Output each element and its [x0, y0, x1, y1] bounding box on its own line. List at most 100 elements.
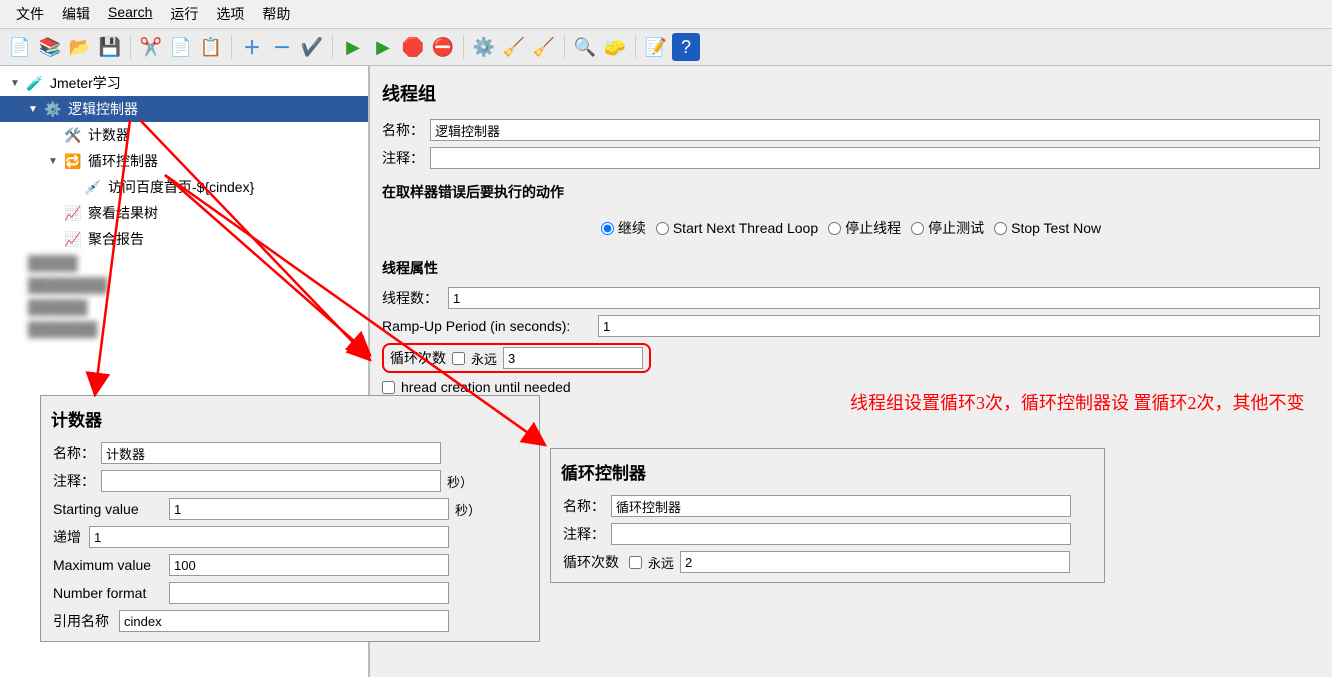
stop-icon[interactable]: 🛑	[399, 33, 427, 61]
tree-visit-request[interactable]: 💉 访问百度首页-${cindex}	[0, 174, 368, 200]
tree-counter[interactable]: 🛠️ 计数器	[0, 122, 368, 148]
comment-label: 注释：	[382, 148, 424, 168]
tree-counter-label: 计数器	[88, 125, 130, 145]
starting-value-input[interactable]	[169, 498, 449, 520]
radio-stop-now[interactable]: Stop Test Now	[994, 218, 1101, 238]
open-icon[interactable]: 📂	[66, 33, 94, 61]
radio-start-next[interactable]: Start Next Thread Loop	[656, 218, 818, 238]
name-input[interactable]	[430, 119, 1320, 141]
tree-logic-label: 逻辑控制器	[68, 99, 138, 119]
menu-run[interactable]: 运行	[162, 2, 206, 26]
counter-panel: 计数器 名称： 注释： 秒） Starting value 秒） 递增 Maxi…	[40, 395, 540, 642]
shutdown-icon[interactable]: ⛔	[429, 33, 457, 61]
counter-name-input[interactable]	[101, 442, 441, 464]
tree-result-tree[interactable]: 📈 察看结果树	[0, 200, 368, 226]
annotation-note: 线程组设置循环3次，循环控制器设 置循环2次，其他不变	[850, 390, 1305, 417]
menu-help[interactable]: 帮助	[254, 2, 298, 26]
error-section-label: 在取样器错误后要执行的动作	[378, 172, 1324, 208]
forever-checkbox[interactable]	[452, 352, 465, 365]
max-value-input[interactable]	[169, 554, 449, 576]
loop-count-label2: 循环次数	[563, 552, 623, 572]
counter-comment-label: 注释：	[53, 471, 95, 491]
reset-search-icon[interactable]: 🧽	[601, 33, 629, 61]
start-icon[interactable]: ▶	[339, 33, 367, 61]
clear-all-icon[interactable]: 🧹	[530, 33, 558, 61]
flask-icon: 🧪	[26, 74, 44, 92]
templates-icon[interactable]: 📚	[36, 33, 64, 61]
sec-suffix-1: 秒）	[447, 472, 473, 491]
loop-forever-label: 永远	[648, 553, 674, 572]
chart-icon: 📈	[64, 230, 82, 248]
copy-icon[interactable]: 📄	[167, 33, 195, 61]
number-format-input[interactable]	[169, 582, 449, 604]
threads-label: 线程数：	[382, 288, 442, 308]
toggle-icon[interactable]: ✔️	[298, 33, 326, 61]
wrench-icon: 🛠️	[64, 126, 82, 144]
menu-options[interactable]: 选项	[208, 2, 252, 26]
ramp-label: Ramp-Up Period (in seconds):	[382, 318, 592, 334]
loop-name-input[interactable]	[611, 495, 1071, 517]
tree-loop-label: 循环控制器	[88, 151, 158, 171]
collapse-icon[interactable]: －	[268, 33, 296, 61]
counter-comment-input[interactable]	[101, 470, 441, 492]
menu-search[interactable]: Search	[100, 2, 160, 26]
loop-panel: 循环控制器 名称： 注释： 循环次数 永远	[550, 448, 1105, 583]
clear-icon[interactable]: 🧹	[500, 33, 528, 61]
ref-name-input[interactable]	[119, 610, 449, 632]
dropper-icon: 💉	[84, 178, 102, 196]
counter-title: 计数器	[49, 402, 531, 439]
toolbar: 📄 📚 📂 💾 ✂️ 📄 📋 ＋ － ✔️ ▶ ▶ 🛑 ⛔ ⚙️ 🧹 🧹 🔍 🧽…	[0, 28, 1332, 66]
tree-result-label: 察看结果树	[88, 203, 158, 223]
loop-comment-label: 注释：	[563, 524, 605, 544]
increment-input[interactable]	[89, 526, 449, 548]
tree-visit-label: 访问百度首页-${cindex}	[108, 177, 254, 197]
counter-name-label: 名称：	[53, 443, 95, 463]
expand-icon[interactable]: ＋	[238, 33, 266, 61]
loop-count-input[interactable]	[503, 347, 643, 369]
start-no-timers-icon[interactable]: ▶	[369, 33, 397, 61]
help-icon[interactable]: ?	[672, 33, 700, 61]
tree-blurred-2: ████████	[0, 274, 368, 296]
ramp-input[interactable]	[598, 315, 1320, 337]
new-icon[interactable]: 📄	[6, 33, 34, 61]
paste-icon[interactable]: 📋	[197, 33, 225, 61]
delay-checkbox[interactable]	[382, 381, 395, 394]
tree-blurred-3: ██████	[0, 296, 368, 318]
loop-comment-input[interactable]	[611, 523, 1071, 545]
tree-logic-controller[interactable]: ▼⚙️ 逻辑控制器	[0, 96, 368, 122]
tree-root[interactable]: ▼🧪 Jmeter学习	[0, 70, 368, 96]
radio-continue[interactable]: 继续	[601, 218, 646, 238]
number-format-label: Number format	[53, 585, 163, 601]
radio-stop-test[interactable]: 停止测试	[911, 218, 984, 238]
error-radio-row: 继续 Start Next Thread Loop 停止线程 停止测试 Stop…	[378, 208, 1324, 248]
loop-highlight: 循环次数 永远	[382, 343, 651, 373]
tree-root-label: Jmeter学习	[50, 73, 121, 93]
ref-name-label: 引用名称	[53, 611, 113, 631]
cut-icon[interactable]: ✂️	[137, 33, 165, 61]
function-helper-icon[interactable]: 📝	[642, 33, 670, 61]
save-icon[interactable]: 💾	[96, 33, 124, 61]
remote-start-icon[interactable]: ⚙️	[470, 33, 498, 61]
tree-blurred-4: ███████	[0, 318, 368, 340]
menu-bar: 文件 编辑 Search 运行 选项 帮助	[0, 0, 1332, 28]
tree-loop-controller[interactable]: ▼🔁 循环控制器	[0, 148, 368, 174]
sec-suffix-2: 秒）	[455, 500, 481, 519]
loop-count-input2[interactable]	[680, 551, 1070, 573]
max-value-label: Maximum value	[53, 557, 163, 573]
menu-edit[interactable]: 编辑	[54, 2, 98, 26]
loop-name-label: 名称：	[563, 496, 605, 516]
loop-title: 循环控制器	[559, 455, 1096, 492]
search-icon[interactable]: 🔍	[571, 33, 599, 61]
radio-stop-thread[interactable]: 停止线程	[828, 218, 901, 238]
comment-input[interactable]	[430, 147, 1320, 169]
loop-forever-checkbox[interactable]	[629, 556, 642, 569]
threads-input[interactable]	[448, 287, 1320, 309]
tree-agg-report[interactable]: 📈 聚合报告	[0, 226, 368, 252]
tree-agg-label: 聚合报告	[88, 229, 144, 249]
chart-icon: 📈	[64, 204, 82, 222]
delay-label: hread creation until needed	[401, 379, 571, 395]
gear-icon: ⚙️	[44, 100, 62, 118]
thread-group-title: 线程组	[378, 74, 1324, 116]
thread-props-label: 线程属性	[378, 248, 1324, 284]
menu-file[interactable]: 文件	[8, 2, 52, 26]
